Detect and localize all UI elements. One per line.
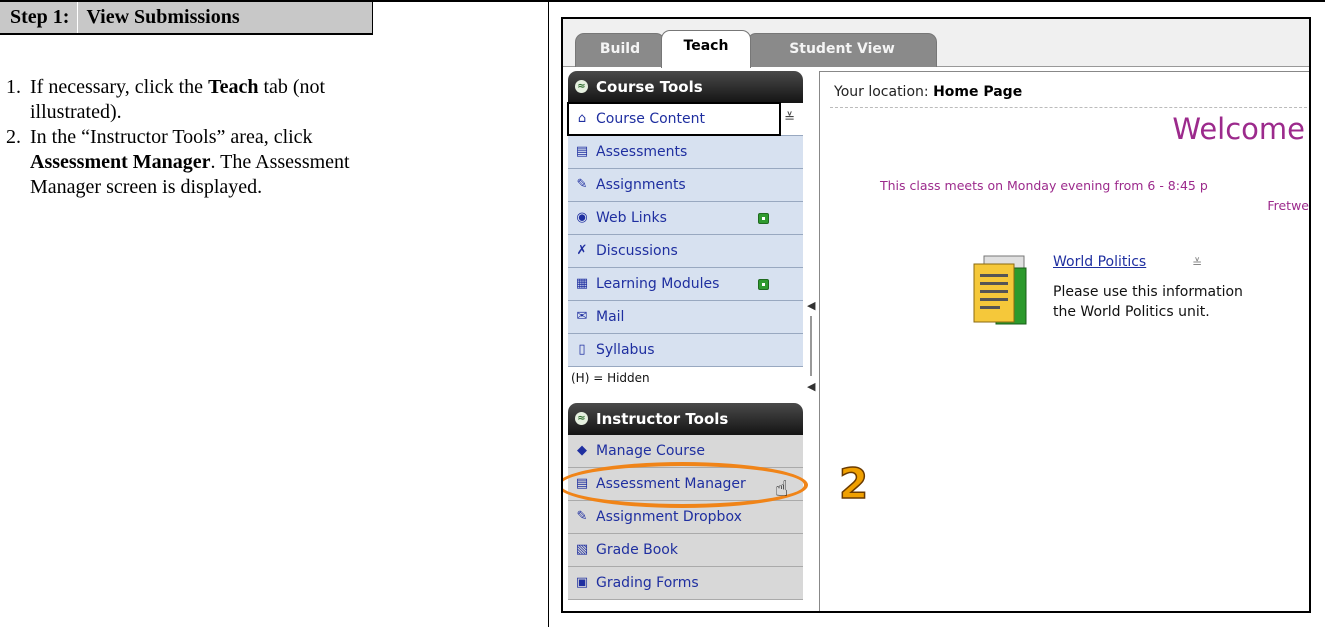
grading-forms-icon: ▣ bbox=[575, 575, 589, 590]
dropbox-icon: ✎ bbox=[576, 509, 588, 524]
sidebar-item-label: Learning Modules bbox=[596, 276, 720, 292]
globe-icon: ◉ bbox=[576, 210, 588, 225]
breadcrumb-divider bbox=[830, 107, 1309, 108]
instructor-tools-header[interactable]: ≈ Instructor Tools bbox=[568, 403, 803, 435]
add-icon[interactable] bbox=[758, 279, 769, 290]
item-menu-icon[interactable]: ≚ bbox=[1192, 256, 1202, 270]
document-icon[interactable] bbox=[970, 252, 1030, 328]
assessments-icon: ▤ bbox=[575, 144, 589, 159]
collapse-left-icon[interactable]: ◀ bbox=[807, 299, 817, 312]
sidebar-item-label: Assignments bbox=[596, 177, 686, 193]
add-icon[interactable] bbox=[758, 213, 769, 224]
manage-course-icon: ◆ bbox=[577, 443, 587, 458]
sidebar-resize-handle[interactable]: ◀ ◀ bbox=[807, 299, 817, 409]
course-tools-header[interactable]: ≈ Course Tools bbox=[568, 71, 803, 103]
selection-outline bbox=[567, 102, 781, 136]
sidebar: ≈ Course Tools ⌂ Course Content ≚ ▤ Assessme… bbox=[567, 71, 803, 611]
class-schedule-text: This class meets on Monday evening from … bbox=[880, 178, 1208, 193]
step-title: View Submissions bbox=[86, 6, 240, 28]
sidebar-item-learning-modules[interactable]: ▦ Learning Modules bbox=[568, 268, 803, 301]
hidden-note: (H) = Hidden bbox=[568, 367, 803, 389]
resize-bar bbox=[810, 316, 812, 376]
instructor-name-text: Fretwe bbox=[1267, 198, 1309, 213]
sidebar-item-grade-book[interactable]: ▧ Grade Book bbox=[568, 534, 803, 567]
step-label: Step 1: bbox=[10, 6, 70, 28]
collapse-icon[interactable]: ≈ bbox=[575, 412, 588, 425]
mail-icon: ✉ bbox=[576, 309, 588, 324]
instruction-list: 1. If necessary, click the Teach tab (not… bbox=[6, 75, 361, 200]
sidebar-item-assessments[interactable]: ▤ Assessments bbox=[568, 136, 803, 169]
hand-cursor-icon: ☝ bbox=[775, 477, 789, 502]
sidebar-item-label: Manage Course bbox=[596, 443, 705, 459]
assignments-icon: ✎ bbox=[576, 177, 588, 192]
step-separator bbox=[77, 2, 79, 33]
lms-screenshot: Build Teach Student View ≈ Course Tools … bbox=[561, 17, 1311, 613]
ui-term: Teach bbox=[208, 76, 259, 98]
sidebar-item-label: Assessments bbox=[596, 144, 688, 160]
sidebar-item-mail[interactable]: ✉ Mail bbox=[568, 301, 803, 334]
header-edge bbox=[372, 0, 373, 35]
sidebar-item-label: Grading Forms bbox=[596, 575, 699, 591]
welcome-heading: Welcome bbox=[1172, 112, 1305, 146]
sidebar-item-web-links[interactable]: ◉ Web Links bbox=[568, 202, 803, 235]
sidebar-item-label: Assignment Dropbox bbox=[596, 509, 742, 525]
collapse-icon[interactable]: ≈ bbox=[575, 80, 588, 93]
chevron-down-icon[interactable]: ≚ bbox=[784, 103, 795, 135]
step-text: In the “Instructor Tools” area, click bbox=[30, 126, 313, 148]
world-politics-description: Please use this information the World Po… bbox=[1053, 284, 1243, 320]
main-content: Your location: Home Page Welcome This cl… bbox=[819, 71, 1309, 611]
callout-highlight bbox=[563, 462, 808, 508]
sidebar-item-label: Discussions bbox=[596, 243, 678, 259]
sidebar-item-label: Mail bbox=[596, 309, 625, 325]
syllabus-icon: ▯ bbox=[578, 342, 586, 357]
sidebar-item-label: Syllabus bbox=[596, 342, 655, 358]
pin-icon: ✗ bbox=[576, 243, 588, 258]
sidebar-item-discussions[interactable]: ✗ Discussions bbox=[568, 235, 803, 268]
modules-icon: ▦ bbox=[575, 276, 589, 291]
ui-term: Assessment Manager bbox=[30, 151, 211, 173]
callout-number: 2 bbox=[838, 459, 869, 508]
tab-student-view[interactable]: Student View bbox=[747, 33, 937, 67]
sidebar-item-label: Web Links bbox=[596, 210, 667, 226]
sidebar-item-course-content[interactable]: ⌂ Course Content ≚ bbox=[567, 102, 803, 136]
instruction-step: 2. In the “Instructor Tools” area, click … bbox=[6, 125, 361, 200]
column-divider bbox=[548, 0, 549, 627]
collapse-left-icon[interactable]: ◀ bbox=[807, 380, 817, 393]
sidebar-item-label: Grade Book bbox=[596, 542, 678, 558]
course-tools-panel: ≈ Course Tools ⌂ Course Content ≚ ▤ Assessme… bbox=[567, 71, 803, 389]
instruction-step: 1. If necessary, click the Teach tab (not… bbox=[6, 75, 361, 125]
gradebook-icon: ▧ bbox=[575, 542, 589, 557]
breadcrumb: Your location: Home Page bbox=[834, 84, 1023, 100]
tab-teach[interactable]: Teach bbox=[661, 30, 751, 68]
tab-bar: Build Teach Student View bbox=[563, 19, 1309, 68]
tab-build[interactable]: Build bbox=[575, 33, 665, 67]
sidebar-item-assignments[interactable]: ✎ Assignments bbox=[568, 169, 803, 202]
sidebar-item-syllabus[interactable]: ▯ Syllabus bbox=[568, 334, 803, 367]
sidebar-item-grading-forms[interactable]: ▣ Grading Forms bbox=[568, 567, 803, 600]
top-rule bbox=[0, 0, 1325, 2]
step-number: 2. bbox=[6, 126, 21, 148]
world-politics-link[interactable]: World Politics bbox=[1053, 254, 1146, 270]
step-text: If necessary, click the bbox=[30, 76, 209, 98]
step-number: 1. bbox=[6, 76, 21, 98]
step-header: Step 1: View Submissions bbox=[0, 0, 372, 35]
